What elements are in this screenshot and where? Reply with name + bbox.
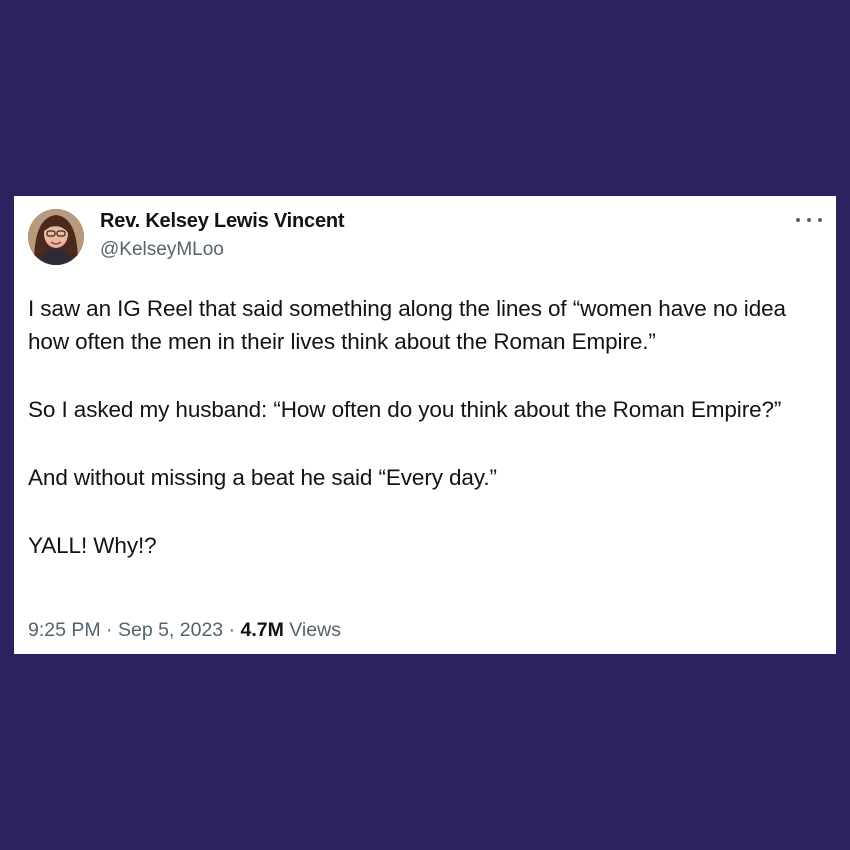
dot-icon: [796, 218, 800, 222]
tweet-paragraph: YALL! Why!?: [28, 533, 157, 558]
dot-icon: [818, 218, 822, 222]
tweet-text: I saw an IG Reel that said something alo…: [28, 292, 818, 562]
avatar-image: [28, 209, 84, 265]
views-count[interactable]: 4.7M: [241, 619, 284, 641]
meta-separator: ·: [106, 619, 113, 641]
tweet-time[interactable]: 9:25 PM: [28, 619, 101, 641]
tweet-paragraph: So I asked my husband: “How often do you…: [28, 397, 782, 422]
tweet-meta: 9:25 PM · Sep 5, 2023 · 4.7M Views: [28, 619, 341, 642]
meta-separator: ·: [228, 619, 236, 641]
display-name[interactable]: Rev. Kelsey Lewis Vincent: [100, 210, 345, 233]
tweet-paragraph: And without missing a beat he said “Ever…: [28, 465, 497, 490]
tweet-date[interactable]: Sep 5, 2023: [118, 619, 223, 641]
avatar[interactable]: [28, 209, 84, 265]
more-options-icon[interactable]: [796, 210, 822, 230]
user-handle[interactable]: @KelseyMLoo: [100, 239, 224, 261]
dot-icon: [807, 218, 811, 222]
views-label: Views: [289, 619, 341, 641]
tweet-paragraph: I saw an IG Reel that said something alo…: [28, 296, 786, 354]
